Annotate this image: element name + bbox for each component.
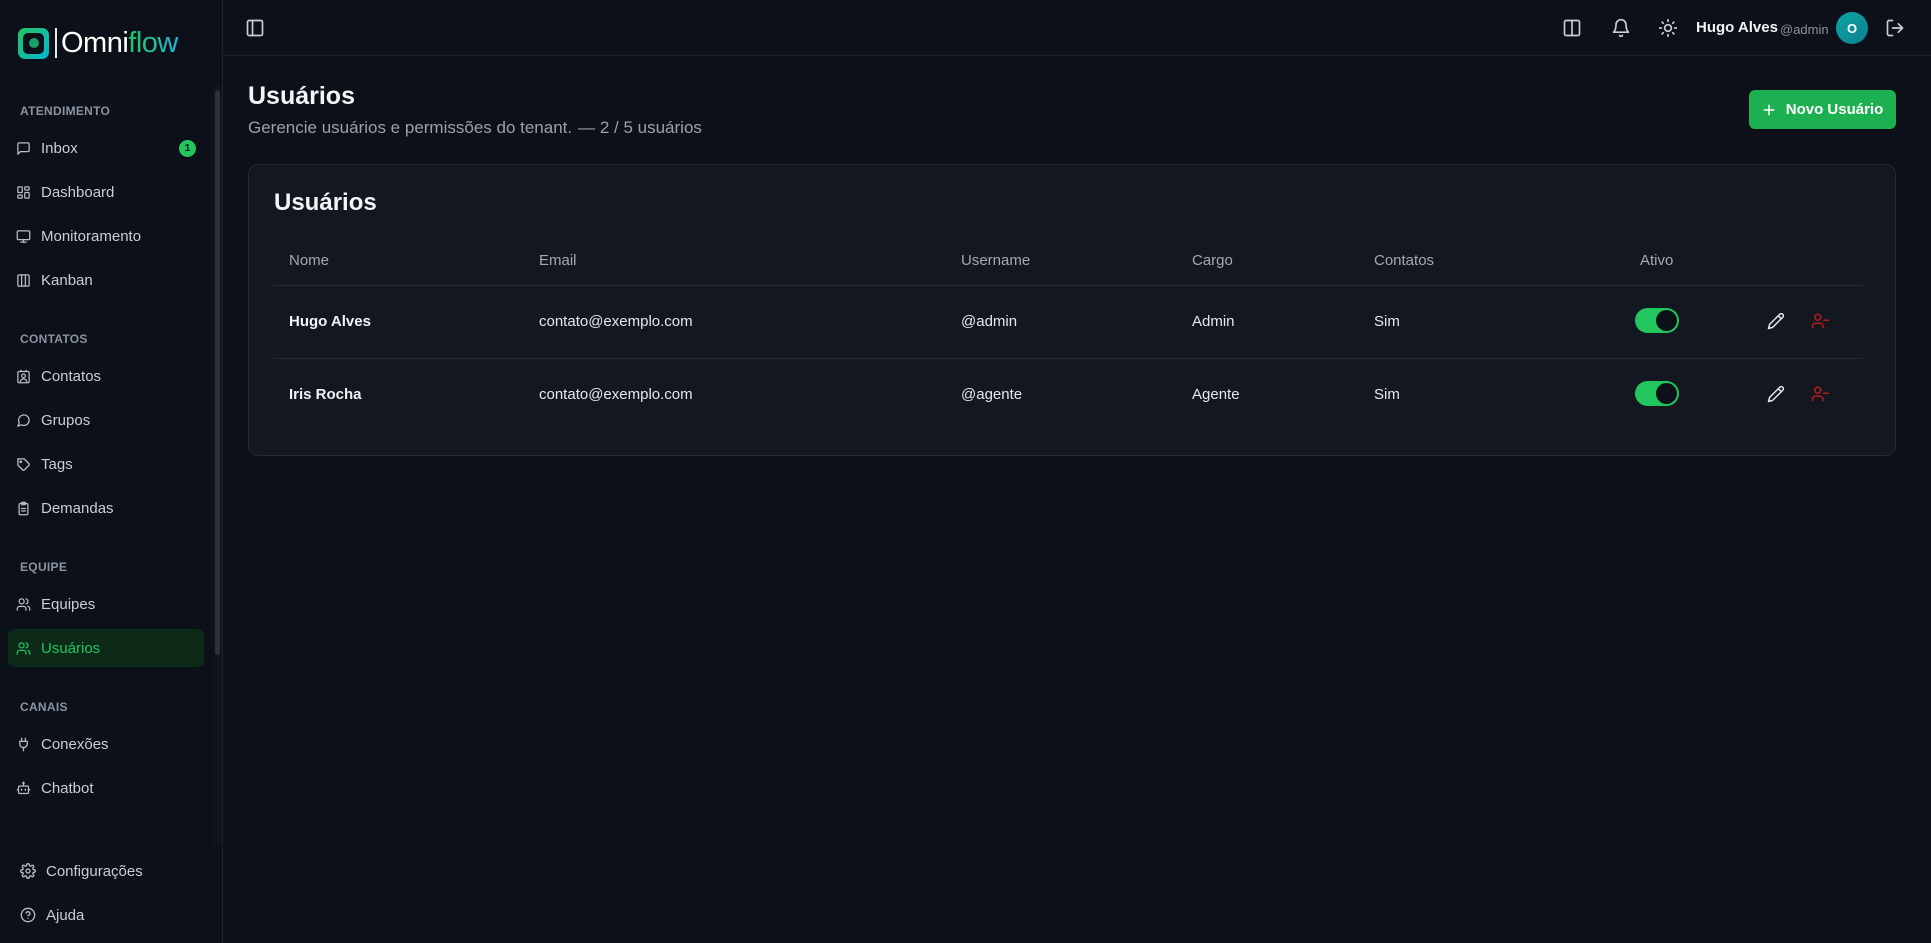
column-header-email[interactable]: Email — [539, 252, 577, 269]
sidebar-item-contatos[interactable]: Contatos — [8, 357, 204, 395]
sidebar-item-label: Demandas — [41, 499, 114, 517]
section-equipe: EQUIPE — [20, 560, 68, 574]
remove-user-icon[interactable] — [1811, 312, 1829, 330]
contact-icon — [17, 369, 30, 383]
cell-email: contato@exemplo.com — [539, 386, 693, 403]
layout-dashboard-icon — [17, 185, 30, 199]
sidebar-item-label: Usuários — [41, 639, 101, 657]
logo-icon — [18, 27, 49, 59]
sidebar-scrollbar[interactable] — [215, 90, 220, 655]
section-contatos: CONTATOS — [20, 332, 88, 346]
sidebar-item-grupos[interactable]: Grupos — [8, 401, 204, 439]
sidebar-item-monitoramento[interactable]: Monitoramento — [8, 217, 204, 255]
cell-nome: Iris Rocha — [289, 386, 362, 403]
avatar[interactable]: O — [1836, 12, 1868, 44]
sun-theme-icon[interactable] — [1658, 18, 1678, 38]
sidebar-item-kanban[interactable]: Kanban — [8, 261, 204, 299]
users-card: Usuários Nome Email Username Cargo Conta… — [248, 164, 1896, 456]
sidebar-item-label: Monitoramento — [41, 227, 142, 245]
kanban-columns-icon — [17, 273, 30, 287]
sidebar-item-equipes[interactable]: Equipes — [8, 585, 204, 623]
column-header-contatos[interactable]: Contatos — [1374, 252, 1434, 269]
sidebar-toggle-icon[interactable] — [245, 18, 265, 38]
sidebar-item-label: Tags — [41, 455, 73, 473]
bell-icon[interactable] — [1611, 18, 1631, 38]
logout-icon[interactable] — [1885, 18, 1905, 38]
new-user-button[interactable]: Novo Usuário — [1749, 90, 1896, 129]
omniflow-logo[interactable]: Omniflow — [18, 26, 178, 60]
sidebar-item-dashboard[interactable]: Dashboard — [8, 173, 204, 211]
sidebar-item-conexoes[interactable]: Conexões — [8, 725, 204, 763]
page-title: Usuários — [248, 82, 355, 110]
edit-pencil-icon[interactable] — [1767, 312, 1785, 330]
cell-username: @admin — [961, 313, 1018, 330]
cell-email: contato@exemplo.com — [539, 313, 693, 330]
user-name: Hugo Alves — [1696, 19, 1778, 36]
remove-user-icon[interactable] — [1811, 385, 1829, 403]
sidebar-item-tags[interactable]: Tags — [8, 445, 204, 483]
cell-contatos: Sim — [1374, 386, 1400, 403]
clipboard-icon — [18, 501, 29, 515]
sidebar-item-label: Kanban — [41, 271, 93, 289]
sidebar-item-label: Grupos — [41, 411, 91, 429]
cell-contatos: Sim — [1374, 313, 1400, 330]
cell-cargo: Agente — [1192, 386, 1240, 403]
tag-icon — [17, 457, 30, 471]
brand-name: Omniflow — [61, 27, 178, 59]
user-handle: @admin — [1780, 22, 1829, 37]
inbox-unread-badge: 1 — [179, 140, 196, 157]
gear-icon — [20, 863, 36, 879]
sidebar-item-label: Ajuda — [46, 906, 85, 924]
sidebar-item-label: Dashboard — [41, 183, 115, 201]
monitor-icon — [16, 229, 31, 243]
sidebar-item-label: Contatos — [41, 367, 102, 385]
active-toggle[interactable] — [1635, 308, 1679, 333]
cell-nome: Hugo Alves — [289, 313, 371, 330]
message-circle-icon — [17, 413, 30, 427]
sidebar-item-configuracoes[interactable]: Configurações — [12, 853, 143, 889]
help-circle-icon — [20, 907, 36, 923]
users-icon — [16, 597, 31, 611]
column-header-nome[interactable]: Nome — [289, 252, 329, 269]
sidebar-item-label: Inbox — [41, 139, 78, 157]
user-count: — 2 / 5 usuários — [578, 118, 702, 137]
users-icon — [16, 641, 31, 655]
page-subtitle: Gerencie usuários e permissões do tenant… — [248, 118, 702, 137]
sidebar-item-label: Conexões — [41, 735, 109, 753]
section-canais: CANAIS — [20, 700, 68, 714]
sidebar-item-ajuda[interactable]: Ajuda — [12, 897, 84, 933]
column-header-username[interactable]: Username — [961, 252, 1030, 269]
column-header-cargo[interactable]: Cargo — [1192, 252, 1233, 269]
sidebar-item-label: Configurações — [46, 862, 143, 880]
message-square-icon — [17, 141, 30, 155]
sidebar-item-chatbot[interactable]: Chatbot — [8, 769, 204, 807]
section-atendimento: ATENDIMENTO — [20, 104, 111, 118]
plug-icon — [19, 737, 28, 751]
active-toggle[interactable] — [1635, 381, 1679, 406]
edit-pencil-icon[interactable] — [1767, 385, 1785, 403]
card-title: Usuários — [274, 189, 377, 216]
sidebar-item-inbox[interactable]: Inbox 1 — [8, 129, 204, 167]
bot-icon — [16, 781, 31, 794]
columns-layout-icon[interactable] — [1562, 18, 1582, 38]
sidebar-item-demandas[interactable]: Demandas — [8, 489, 204, 527]
column-header-ativo[interactable]: Ativo — [1640, 252, 1673, 269]
cell-cargo: Admin — [1192, 313, 1235, 330]
plus-icon — [1763, 104, 1775, 115]
sidebar: Omniflow ATENDIMENTO Inbox 1 Dashboard M… — [0, 0, 223, 943]
sidebar-item-label: Chatbot — [41, 779, 94, 797]
sidebar-item-label: Equipes — [41, 595, 96, 613]
sidebar-item-usuarios[interactable]: Usuários — [8, 629, 204, 667]
cell-username: @agente — [961, 386, 1023, 403]
